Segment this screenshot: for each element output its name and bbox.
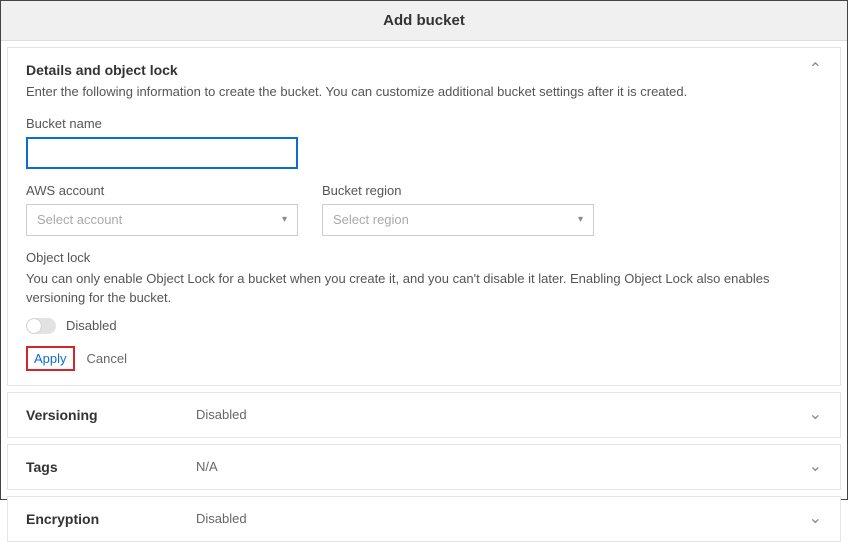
cancel-button[interactable]: Cancel xyxy=(87,351,127,366)
versioning-value: Disabled xyxy=(196,407,809,422)
details-title: Details and object lock xyxy=(26,62,687,78)
aws-account-select[interactable]: Select account ▾ xyxy=(26,204,298,236)
object-lock-toggle-label: Disabled xyxy=(66,318,117,333)
aws-account-label: AWS account xyxy=(26,183,298,198)
chevron-down-icon: ▾ xyxy=(578,214,583,225)
tags-title: Tags xyxy=(26,459,196,475)
encryption-title: Encryption xyxy=(26,511,196,527)
aws-account-placeholder: Select account xyxy=(37,212,122,227)
details-panel: Details and object lock Enter the follow… xyxy=(7,47,841,386)
chevron-down-icon: ▾ xyxy=(282,214,287,225)
versioning-panel[interactable]: Versioning Disabled ⌄ xyxy=(7,392,841,438)
encryption-value: Disabled xyxy=(196,511,809,526)
bucket-name-label: Bucket name xyxy=(26,116,822,131)
object-lock-toggle[interactable] xyxy=(26,318,56,334)
chevron-down-icon: ⌄ xyxy=(809,407,822,423)
bucket-region-label: Bucket region xyxy=(322,183,594,198)
encryption-panel[interactable]: Encryption Disabled ⌄ xyxy=(7,496,841,542)
bucket-region-select[interactable]: Select region ▾ xyxy=(322,204,594,236)
object-lock-title: Object lock xyxy=(26,250,822,265)
chevron-down-icon: ⌄ xyxy=(809,511,822,527)
chevron-up-icon[interactable]: ⌃ xyxy=(809,62,822,78)
versioning-title: Versioning xyxy=(26,407,196,423)
details-subtitle: Enter the following information to creat… xyxy=(26,82,687,102)
chevron-down-icon: ⌄ xyxy=(809,459,822,475)
dialog-title: Add bucket xyxy=(383,12,465,29)
apply-button[interactable]: Apply xyxy=(26,346,75,371)
dialog-header: Add bucket xyxy=(1,1,847,41)
toggle-knob xyxy=(27,319,41,333)
object-lock-description: You can only enable Object Lock for a bu… xyxy=(26,269,822,308)
tags-value: N/A xyxy=(196,459,809,474)
bucket-region-placeholder: Select region xyxy=(333,212,409,227)
tags-panel[interactable]: Tags N/A ⌄ xyxy=(7,444,841,490)
bucket-name-input[interactable] xyxy=(26,137,298,169)
